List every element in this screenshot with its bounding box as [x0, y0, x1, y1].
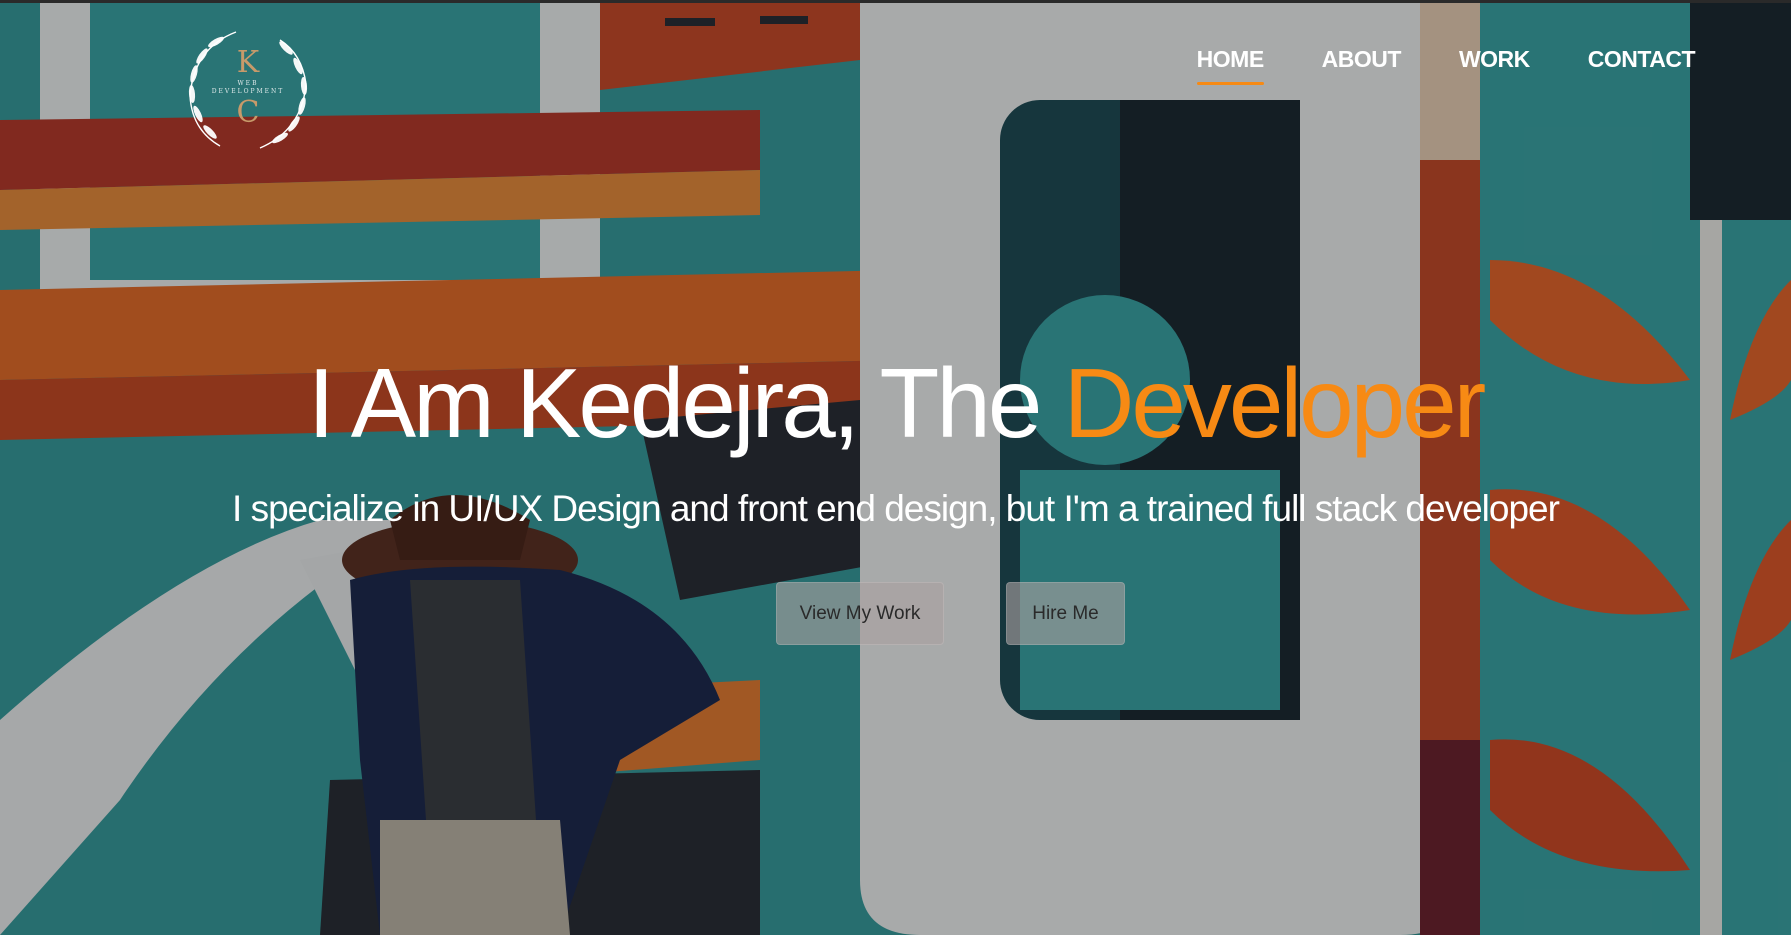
site-logo[interactable]: K WEB DEVELOPMENT C — [176, 18, 320, 162]
main-navigation: HOME ABOUT WORK CONTACT — [1196, 46, 1696, 85]
hero-title-main: I Am Kedejra, The — [307, 348, 1064, 458]
logo-subtitle-development: DEVELOPMENT — [211, 88, 285, 95]
hero-title-accent: Developer — [1063, 348, 1487, 458]
nav-about[interactable]: ABOUT — [1322, 46, 1402, 85]
nav-work[interactable]: WORK — [1459, 46, 1530, 85]
nav-contact[interactable]: CONTACT — [1588, 46, 1696, 85]
hero-title: I Am Kedejra, The Developer — [0, 348, 1791, 458]
hero-subtitle: I specialize in UI/UX Design and front e… — [232, 488, 1560, 529]
view-my-work-button[interactable]: View My Work — [776, 582, 944, 645]
hire-me-button[interactable]: Hire Me — [1006, 582, 1125, 645]
top-border — [0, 0, 1791, 3]
logo-letter-k: K — [236, 45, 260, 80]
logo-subtitle-web: WEB — [237, 80, 259, 87]
logo-letter-c: C — [236, 95, 260, 130]
logo-monogram: K WEB DEVELOPMENT C — [176, 18, 320, 162]
nav-home[interactable]: HOME — [1196, 46, 1264, 85]
